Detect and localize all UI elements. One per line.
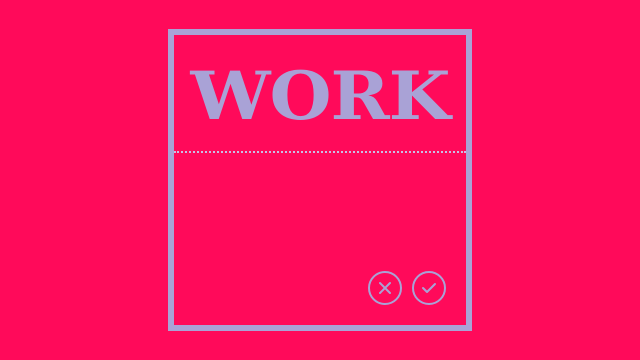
check-icon <box>421 281 437 295</box>
dotted-divider <box>174 151 466 153</box>
cancel-button[interactable] <box>368 271 402 305</box>
close-icon <box>378 281 392 295</box>
card-title: WORK <box>190 57 450 135</box>
work-card: WORK <box>168 29 472 331</box>
screen: WORK <box>0 0 640 360</box>
confirm-button[interactable] <box>412 271 446 305</box>
